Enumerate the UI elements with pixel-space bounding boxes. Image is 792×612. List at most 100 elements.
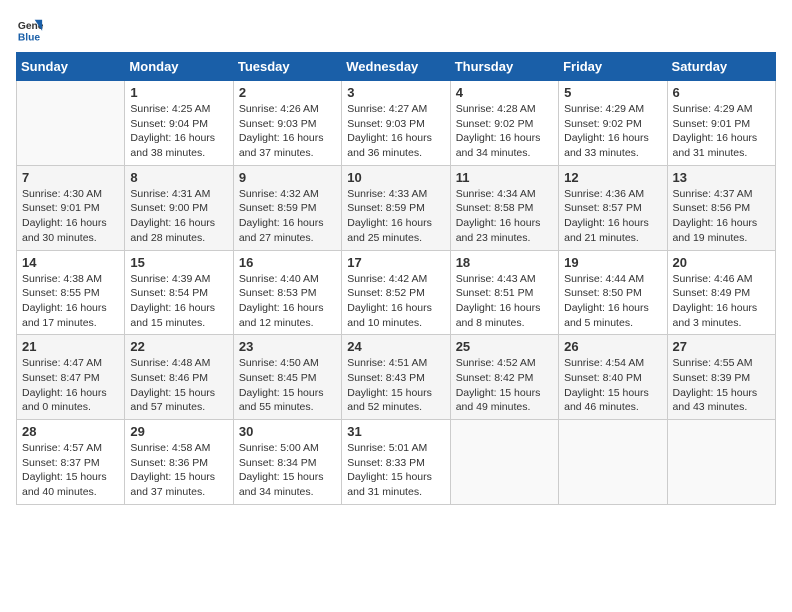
calendar-cell: 8 Sunrise: 4:31 AM Sunset: 9:00 PM Daylig… [125,165,233,250]
calendar-cell: 28 Sunrise: 4:57 AM Sunset: 8:37 PM Dayli… [17,420,125,505]
day-number: 6 [673,85,770,100]
day-info: Sunrise: 4:31 AM Sunset: 9:00 PM Dayligh… [130,187,227,246]
week-row-2: 7 Sunrise: 4:30 AM Sunset: 9:01 PM Daylig… [17,165,776,250]
calendar-cell: 19 Sunrise: 4:44 AM Sunset: 8:50 PM Dayli… [559,250,667,335]
calendar-cell: 30Sunrise: 5:00 AM Sunset: 8:34 PM Dayli… [233,420,341,505]
day-number: 27 [673,339,770,354]
day-info: Sunrise: 4:30 AM Sunset: 9:01 PM Dayligh… [22,187,119,246]
day-number: 3 [347,85,444,100]
calendar-cell: 4Sunrise: 4:28 AM Sunset: 9:02 PM Daylig… [450,81,558,166]
day-info: Sunrise: 4:36 AM Sunset: 8:57 PM Dayligh… [564,187,661,246]
day-info: Sunrise: 4:52 AM Sunset: 8:42 PM Dayligh… [456,356,553,415]
day-info: Sunrise: 4:27 AM Sunset: 9:03 PM Dayligh… [347,102,444,161]
logo-icon: General Blue [16,16,44,44]
week-row-1: 1Sunrise: 4:25 AM Sunset: 9:04 PM Daylig… [17,81,776,166]
day-number: 22 [130,339,227,354]
day-number: 28 [22,424,119,439]
day-number: 5 [564,85,661,100]
day-info: Sunrise: 4:46 AM Sunset: 8:49 PM Dayligh… [673,272,770,331]
week-row-5: 28 Sunrise: 4:57 AM Sunset: 8:37 PM Dayli… [17,420,776,505]
calendar-cell: 9 Sunrise: 4:32 AM Sunset: 8:59 PM Daylig… [233,165,341,250]
day-number: 25 [456,339,553,354]
day-info: Sunrise: 4:55 AM Sunset: 8:39 PM Dayligh… [673,356,770,415]
day-info: Sunrise: 4:57 AM Sunset: 8:37 PM Dayligh… [22,441,119,500]
calendar-cell: 6Sunrise: 4:29 AM Sunset: 9:01 PM Daylig… [667,81,775,166]
calendar-cell: 24Sunrise: 4:51 AM Sunset: 8:43 PM Dayli… [342,335,450,420]
day-info: Sunrise: 4:37 AM Sunset: 8:56 PM Dayligh… [673,187,770,246]
day-info: Sunrise: 4:28 AM Sunset: 9:02 PM Dayligh… [456,102,553,161]
day-info: Sunrise: 4:34 AM Sunset: 8:58 PM Dayligh… [456,187,553,246]
day-info: Sunrise: 4:54 AM Sunset: 8:40 PM Dayligh… [564,356,661,415]
calendar-cell: 25 Sunrise: 4:52 AM Sunset: 8:42 PM Dayli… [450,335,558,420]
day-number: 12 [564,170,661,185]
calendar-cell: 26 Sunrise: 4:54 AM Sunset: 8:40 PM Dayli… [559,335,667,420]
calendar-cell: 21Sunrise: 4:47 AM Sunset: 8:47 PM Dayli… [17,335,125,420]
day-info: Sunrise: 4:48 AM Sunset: 8:46 PM Dayligh… [130,356,227,415]
weekday-header-thursday: Thursday [450,53,558,81]
weekday-header-tuesday: Tuesday [233,53,341,81]
day-number: 11 [456,170,553,185]
day-number: 19 [564,255,661,270]
day-number: 10 [347,170,444,185]
week-row-4: 21Sunrise: 4:47 AM Sunset: 8:47 PM Dayli… [17,335,776,420]
day-number: 23 [239,339,336,354]
calendar-cell [450,420,558,505]
day-info: Sunrise: 4:44 AM Sunset: 8:50 PM Dayligh… [564,272,661,331]
day-info: Sunrise: 4:58 AM Sunset: 8:36 PM Dayligh… [130,441,227,500]
day-info: Sunrise: 4:50 AM Sunset: 8:45 PM Dayligh… [239,356,336,415]
day-number: 14 [22,255,119,270]
day-number: 2 [239,85,336,100]
calendar-cell: 18 Sunrise: 4:43 AM Sunset: 8:51 PM Dayli… [450,250,558,335]
calendar-cell: 12 Sunrise: 4:36 AM Sunset: 8:57 PM Dayli… [559,165,667,250]
calendar-cell: 17Sunrise: 4:42 AM Sunset: 8:52 PM Dayli… [342,250,450,335]
calendar-cell: 31 Sunrise: 5:01 AM Sunset: 8:33 PM Dayli… [342,420,450,505]
day-number: 7 [22,170,119,185]
day-info: Sunrise: 4:42 AM Sunset: 8:52 PM Dayligh… [347,272,444,331]
calendar-cell: 22 Sunrise: 4:48 AM Sunset: 8:46 PM Dayli… [125,335,233,420]
day-number: 15 [130,255,227,270]
day-info: Sunrise: 4:43 AM Sunset: 8:51 PM Dayligh… [456,272,553,331]
weekday-header-friday: Friday [559,53,667,81]
calendar-table: SundayMondayTuesdayWednesdayThursdayFrid… [16,52,776,505]
day-number: 31 [347,424,444,439]
week-row-3: 14 Sunrise: 4:38 AM Sunset: 8:55 PM Dayli… [17,250,776,335]
weekday-header-monday: Monday [125,53,233,81]
calendar-cell: 7 Sunrise: 4:30 AM Sunset: 9:01 PM Daylig… [17,165,125,250]
day-info: Sunrise: 4:39 AM Sunset: 8:54 PM Dayligh… [130,272,227,331]
day-info: Sunrise: 4:47 AM Sunset: 8:47 PM Dayligh… [22,356,119,415]
calendar-cell: 27 Sunrise: 4:55 AM Sunset: 8:39 PM Dayli… [667,335,775,420]
day-number: 30 [239,424,336,439]
day-info: Sunrise: 4:40 AM Sunset: 8:53 PM Dayligh… [239,272,336,331]
calendar-cell: 13 Sunrise: 4:37 AM Sunset: 8:56 PM Dayli… [667,165,775,250]
day-number: 26 [564,339,661,354]
calendar-cell: 3 Sunrise: 4:27 AM Sunset: 9:03 PM Daylig… [342,81,450,166]
day-number: 20 [673,255,770,270]
svg-text:Blue: Blue [18,32,41,43]
calendar-cell: 1Sunrise: 4:25 AM Sunset: 9:04 PM Daylig… [125,81,233,166]
calendar-cell: 23 Sunrise: 4:50 AM Sunset: 8:45 PM Dayli… [233,335,341,420]
day-info: Sunrise: 4:38 AM Sunset: 8:55 PM Dayligh… [22,272,119,331]
calendar-cell: 16 Sunrise: 4:40 AM Sunset: 8:53 PM Dayli… [233,250,341,335]
day-number: 18 [456,255,553,270]
day-number: 24 [347,339,444,354]
weekday-header-saturday: Saturday [667,53,775,81]
day-info: Sunrise: 4:26 AM Sunset: 9:03 PM Dayligh… [239,102,336,161]
day-info: Sunrise: 4:25 AM Sunset: 9:04 PM Dayligh… [130,102,227,161]
calendar-cell: 15 Sunrise: 4:39 AM Sunset: 8:54 PM Dayli… [125,250,233,335]
day-number: 8 [130,170,227,185]
calendar-cell: 29 Sunrise: 4:58 AM Sunset: 8:36 PM Dayli… [125,420,233,505]
day-number: 16 [239,255,336,270]
day-number: 29 [130,424,227,439]
day-number: 13 [673,170,770,185]
day-number: 9 [239,170,336,185]
day-info: Sunrise: 5:01 AM Sunset: 8:33 PM Dayligh… [347,441,444,500]
calendar-cell: 11 Sunrise: 4:34 AM Sunset: 8:58 PM Dayli… [450,165,558,250]
calendar-cell: 20 Sunrise: 4:46 AM Sunset: 8:49 PM Dayli… [667,250,775,335]
calendar-cell: 14 Sunrise: 4:38 AM Sunset: 8:55 PM Dayli… [17,250,125,335]
calendar-cell [667,420,775,505]
day-info: Sunrise: 4:32 AM Sunset: 8:59 PM Dayligh… [239,187,336,246]
weekday-header-sunday: Sunday [17,53,125,81]
calendar-cell: 5Sunrise: 4:29 AM Sunset: 9:02 PM Daylig… [559,81,667,166]
day-info: Sunrise: 4:33 AM Sunset: 8:59 PM Dayligh… [347,187,444,246]
header: General Blue [16,16,776,44]
